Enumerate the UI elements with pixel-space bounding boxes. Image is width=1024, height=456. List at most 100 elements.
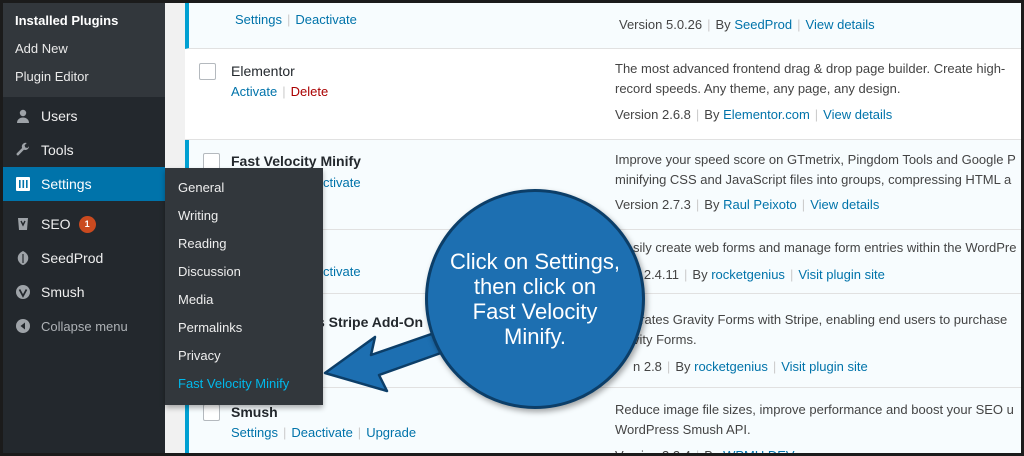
description-line: vity Forms. (633, 332, 697, 347)
visit-site-link[interactable]: Visit plugin site (798, 267, 884, 282)
flyout-item-discussion[interactable]: Discussion (165, 258, 323, 286)
plugin-meta: n 2.8 | By rocketgenius | Visit plugin site (633, 359, 868, 374)
description-line: WordPress Smush API. (615, 422, 751, 437)
settings-icon (13, 174, 33, 194)
row-actions: Activate | Delete (231, 84, 329, 99)
plugin-row-elementor: Elementor Activate | Delete The most advan… (185, 49, 1021, 140)
plugin-checkbox[interactable] (203, 404, 220, 421)
flyout-item-privacy[interactable]: Privacy (165, 342, 323, 370)
row-actions: ctivate (323, 175, 361, 190)
description-line: minifying CSS and JavaScript files into … (615, 172, 1012, 187)
plugin-name: Elementor (231, 63, 295, 79)
settings-flyout-menu: General Writing Reading Discussion Media… (165, 168, 323, 405)
description-line: sily create web forms and manage form en… (633, 240, 1017, 255)
smush-icon (13, 282, 33, 302)
by-label: By (704, 197, 720, 212)
author-link[interactable]: Raul Peixoto (723, 197, 797, 212)
sidebar-item-tools[interactable]: Tools (3, 133, 165, 167)
activate-link[interactable]: Activate (231, 84, 277, 99)
settings-link[interactable]: Settings (231, 425, 278, 440)
users-icon (13, 106, 33, 126)
plugin-meta: Version 2.6.8 | By Elementor.com | View deta… (615, 107, 893, 122)
callout-text: Click on Settings, then click on Fast Ve… (450, 249, 620, 349)
version-text: Version 3.2.4 (615, 448, 691, 456)
sidebar-item-label: SeedProd (41, 250, 104, 266)
upgrade-link[interactable]: Upgrade (366, 425, 416, 440)
notification-badge: 1 (78, 215, 96, 233)
plugin-description: The most advanced frontend drag & drop p… (615, 59, 1021, 99)
version-text: Version 2.6.8 (615, 107, 691, 122)
plugin-description: sily create web forms and manage form en… (633, 238, 1021, 258)
submenu-installed-plugins[interactable]: Installed Plugins (3, 7, 165, 35)
delete-link[interactable]: Delete (291, 84, 329, 99)
row-actions: Settings | Deactivate (235, 12, 357, 27)
author-link[interactable]: Elementor.com (723, 107, 810, 122)
collapse-icon (13, 316, 33, 336)
yoast-icon (13, 214, 33, 234)
by-label: By (715, 17, 731, 32)
author-link[interactable]: rocketgenius (694, 359, 768, 374)
description-line: Reduce image file sizes, improve perform… (615, 402, 1014, 417)
submenu-plugin-editor[interactable]: Plugin Editor (3, 63, 165, 91)
sidebar-item-label: Users (41, 108, 78, 124)
description-line: record speeds. Any theme, any page, any … (615, 81, 901, 96)
plugin-checkbox[interactable] (199, 63, 216, 80)
view-details-link[interactable]: View details (810, 197, 879, 212)
sidebar-item-seo[interactable]: SEO 1 (3, 207, 165, 241)
deactivate-link[interactable]: ctivate (323, 264, 361, 279)
deactivate-link[interactable]: ctivate (323, 175, 361, 190)
flyout-item-writing[interactable]: Writing (165, 202, 323, 230)
author-link[interactable]: WPMU DEV (723, 448, 795, 453)
description-line: grates Gravity Forms with Stripe, enabli… (633, 312, 1008, 327)
flyout-item-general[interactable]: General (165, 174, 323, 202)
collapse-menu-button[interactable]: Collapse menu (3, 309, 165, 343)
view-details-link[interactable]: View details (806, 17, 875, 32)
description-line: The most advanced frontend drag & drop p… (615, 61, 1006, 76)
plugin-name: Fast Velocity Minify (231, 153, 361, 169)
admin-sidebar: Installed Plugins Add New Plugin Editor … (3, 3, 173, 453)
plugin-meta: Version 3.2.4 | By WPMU DEV (615, 448, 795, 456)
version-text: Version 2.7.3 (615, 197, 691, 212)
author-link[interactable]: SeedProd (734, 17, 792, 32)
seedprod-icon (13, 248, 33, 268)
flyout-item-fast-velocity-minify[interactable]: Fast Velocity Minify (165, 370, 323, 398)
description-line: Improve your speed score on GTmetrix, Pi… (615, 152, 1016, 167)
by-label: By (675, 359, 691, 374)
settings-link[interactable]: Settings (235, 12, 282, 27)
sidebar-item-label: Collapse menu (41, 318, 128, 334)
version-text: Version 5.0.26 (619, 17, 703, 32)
wrench-icon (13, 140, 33, 160)
row-actions: ctivate (323, 264, 361, 279)
plugins-submenu: Installed Plugins Add New Plugin Editor (3, 3, 165, 97)
author-link[interactable]: rocketgenius (711, 267, 785, 282)
plugin-meta: Version 5.0.26 | By SeedProd | View details (619, 17, 875, 32)
plugin-name: Smush (231, 404, 278, 420)
plugin-meta: n 2.4.11 | By rocketgenius | Visit plugin si… (633, 267, 885, 282)
view-details-link[interactable]: View details (823, 107, 892, 122)
plugin-meta: Version 2.7.3 | By Raul Peixoto | View detai… (615, 197, 880, 212)
sidebar-item-label: Smush (41, 284, 85, 300)
callout-bubble: Click on Settings, then click on Fast Ve… (425, 189, 645, 409)
deactivate-link[interactable]: Deactivate (291, 425, 352, 440)
plugin-description: grates Gravity Forms with Stripe, enabli… (633, 310, 1021, 350)
row-actions: Settings | Deactivate | Upgrade (231, 425, 417, 440)
sidebar-item-label: SEO (41, 216, 71, 232)
submenu-add-new[interactable]: Add New (3, 35, 165, 63)
sidebar-item-users[interactable]: Users (3, 99, 165, 133)
plugin-row-seedprod: Settings | Deactivate Version 5.0.26 | By Se… (185, 3, 1021, 49)
plugin-description: Improve your speed score on GTmetrix, Pi… (615, 150, 1021, 190)
sidebar-item-smush[interactable]: Smush (3, 275, 165, 309)
visit-site-link[interactable]: Visit plugin site (781, 359, 867, 374)
version-text: n 2.8 (633, 359, 662, 374)
plugin-description: Reduce image file sizes, improve perform… (615, 400, 1021, 440)
flyout-item-media[interactable]: Media (165, 286, 323, 314)
by-label: By (704, 448, 720, 456)
deactivate-link[interactable]: Deactivate (295, 12, 356, 27)
flyout-item-permalinks[interactable]: Permalinks (165, 314, 323, 342)
sidebar-item-seedprod[interactable]: SeedProd (3, 241, 165, 275)
sidebar-item-settings[interactable]: Settings (3, 167, 173, 201)
by-label: By (692, 267, 708, 282)
sidebar-item-label: Tools (41, 142, 74, 158)
by-label: By (704, 107, 720, 122)
flyout-item-reading[interactable]: Reading (165, 230, 323, 258)
